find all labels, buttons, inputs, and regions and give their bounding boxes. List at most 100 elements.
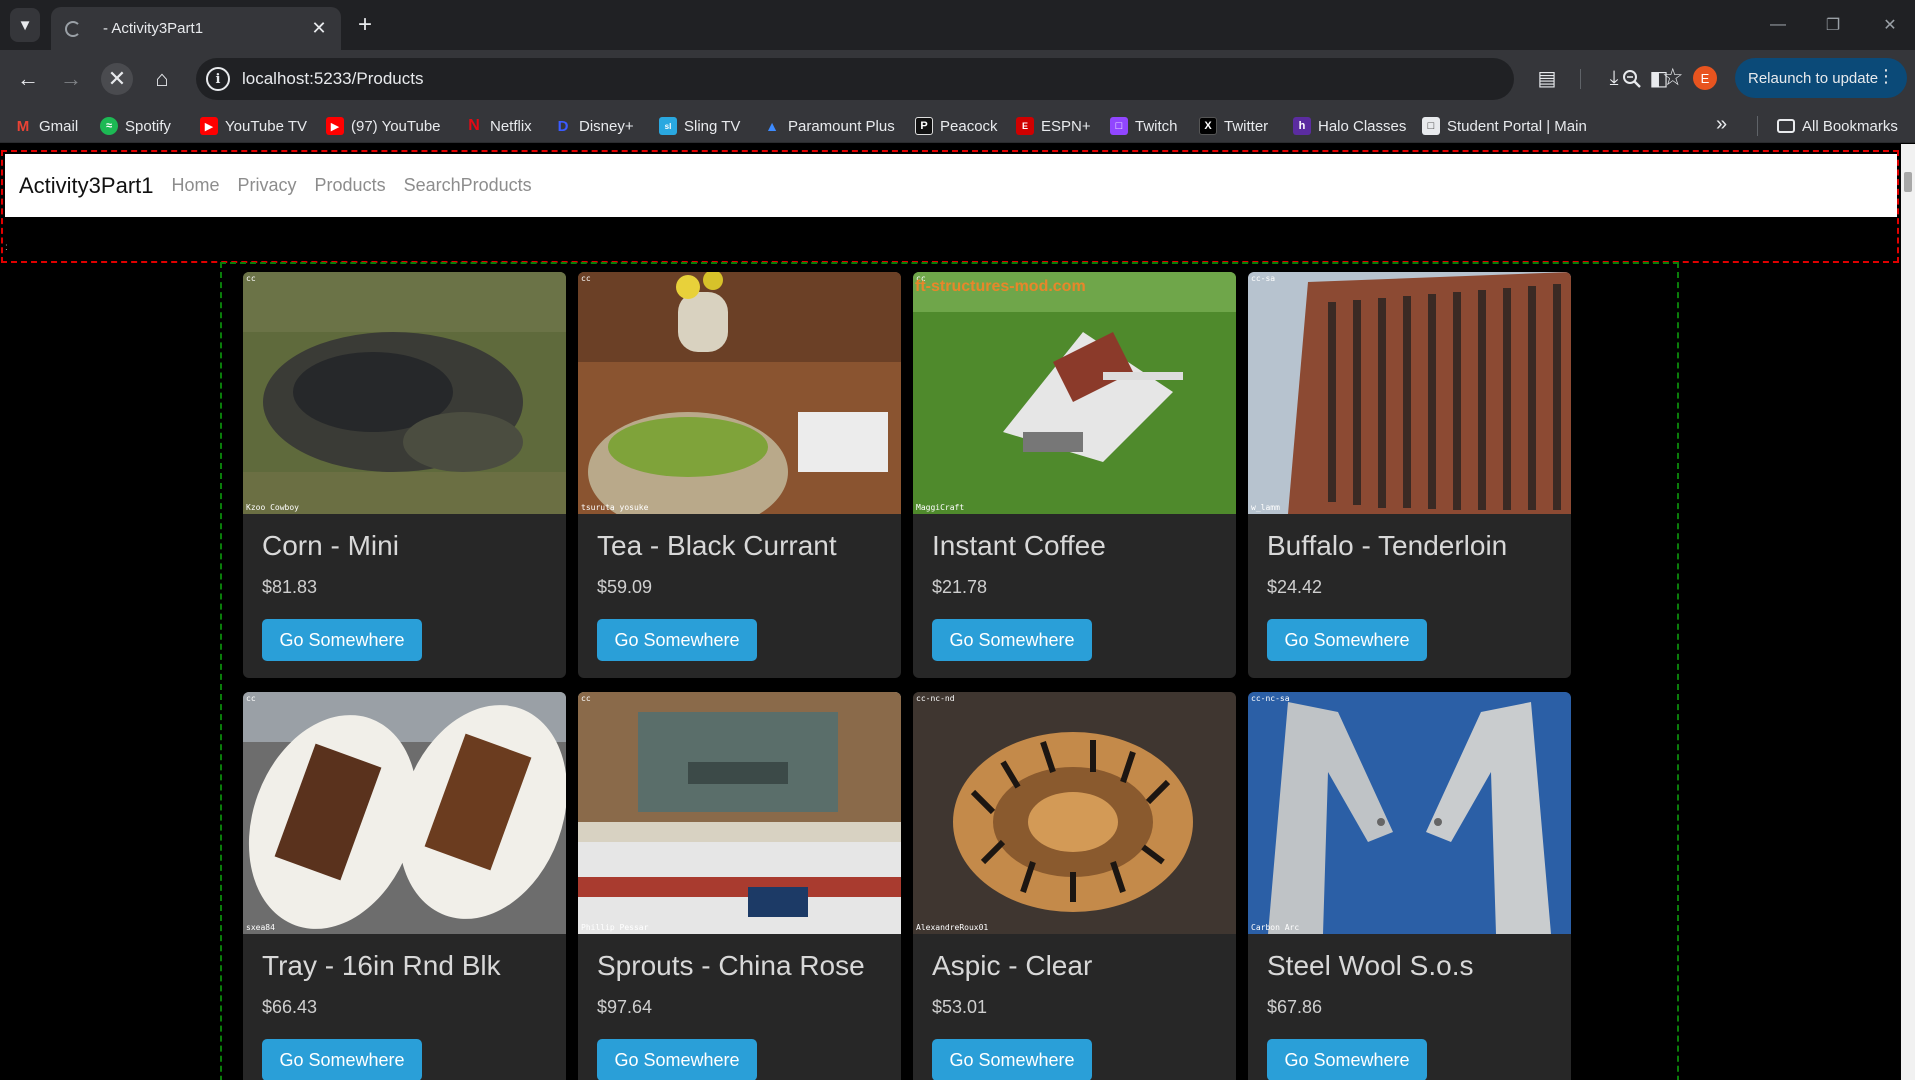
photo-credit: MaggiCraft: [916, 503, 965, 512]
grocery-store-image: [578, 692, 901, 934]
bookmark-gmail[interactable]: M Gmail: [14, 116, 78, 136]
bookmark-espn[interactable]: E ESPN+: [1016, 116, 1091, 136]
folder-icon: [1777, 119, 1795, 133]
stop-x-icon: ✕: [107, 66, 127, 91]
go-somewhere-button[interactable]: Go Somewhere: [932, 1039, 1092, 1080]
go-somewhere-button[interactable]: Go Somewhere: [597, 619, 757, 661]
student-portal-icon: □: [1422, 117, 1440, 135]
loading-spinner-icon: [65, 20, 81, 37]
license-tag: cc: [581, 274, 591, 283]
new-tab-button[interactable]: +: [352, 11, 378, 38]
browser-tab-active[interactable]: - Activity3Part1 ✕: [51, 7, 341, 50]
address-bar[interactable]: i localhost:5233/Products ☆: [196, 58, 1684, 100]
stop-loading-button[interactable]: ✕: [101, 63, 133, 95]
bookmark-student-portal[interactable]: □ Student Portal | Main: [1422, 116, 1587, 136]
bookmark-sling-tv[interactable]: sl Sling TV: [659, 116, 740, 136]
product-card: cc Phillip Pessar Sprouts - China Rose $…: [578, 692, 901, 1080]
product-name: Corn - Mini: [262, 530, 399, 561]
bookmark-netflix[interactable]: N Netflix: [465, 116, 531, 136]
product-name: Sprouts - China Rose: [597, 950, 865, 981]
nav-products[interactable]: Products: [315, 175, 386, 196]
relaunch-to-update-button[interactable]: Relaunch to update ⋮: [1735, 58, 1907, 98]
bookmark-paramount-plus[interactable]: ▲ Paramount Plus: [763, 116, 895, 136]
product-image: cc-sa w_lamm: [1248, 272, 1571, 514]
bookmark-peacock[interactable]: P Peacock: [915, 116, 998, 136]
bookmark-twitter[interactable]: X Twitter: [1199, 116, 1268, 136]
go-somewhere-button[interactable]: Go Somewhere: [597, 1039, 757, 1080]
license-tag: cc-nc-nd: [916, 694, 955, 703]
image-watermark: ft-structures-mod.com: [915, 278, 1086, 295]
profile-avatar[interactable]: E: [1693, 66, 1717, 90]
product-name: Buffalo - Tenderloin: [1267, 530, 1508, 561]
product-card: cc-sa w_lamm Buffalo - Tenderloin $24.42…: [1248, 272, 1571, 678]
url-text[interactable]: localhost:5233/Products: [242, 69, 423, 89]
forward-button[interactable]: →: [55, 63, 87, 95]
bookmark-label: Student Portal | Main: [1447, 117, 1587, 135]
page-scrollbar[interactable]: [1901, 144, 1915, 1080]
photo-credit: AlexandreRoux01: [916, 923, 989, 932]
bookmark-twitch[interactable]: □ Twitch: [1110, 116, 1178, 136]
bookmarks-divider: [1757, 116, 1758, 136]
minimize-window-button[interactable]: —: [1758, 10, 1798, 40]
product-name: Aspic - Clear: [932, 950, 1093, 981]
photo-credit: tsuruta yosuke: [581, 503, 649, 512]
site-header: Activity3Part1 Home Privacy Products Sea…: [1, 150, 1899, 263]
product-name: Instant Coffee: [932, 530, 1106, 561]
bookmark-youtube-tv[interactable]: ▶ YouTube TV: [200, 116, 307, 136]
more-vert-icon: ⋮: [1877, 66, 1895, 86]
product-image: cc ft-structures-mod.com MaggiCraft: [913, 272, 1236, 514]
gmail-icon: M: [16, 117, 30, 135]
license-tag: cc: [246, 274, 256, 283]
scrollbar-thumb[interactable]: [1904, 172, 1912, 192]
more-bookmarks-chevron-icon[interactable]: »: [1716, 113, 1727, 136]
restore-window-button[interactable]: ❐: [1813, 10, 1853, 40]
go-somewhere-button[interactable]: Go Somewhere: [1267, 1039, 1427, 1080]
bookmark-label: (97) YouTube: [351, 117, 441, 135]
arrow-right-icon: →: [60, 66, 82, 91]
bookmark-halo-classes[interactable]: h Halo Classes: [1293, 116, 1406, 136]
browser-tab-strip: ▼ - Activity3Part1 ✕ + — ❐ ✕: [0, 0, 1915, 50]
twitch-icon: □: [1110, 117, 1128, 135]
minecraft-ship-image: [913, 272, 1236, 514]
product-card: cc sxea84 Tray - 16in Rnd Blk $66.43 Go …: [243, 692, 566, 1080]
brick-building-image: [1248, 272, 1571, 514]
netflix-icon: N: [468, 117, 480, 134]
bookmark-label: YouTube TV: [225, 117, 308, 135]
bookmark-label: Twitter: [1224, 117, 1269, 135]
extensions-puzzle-icon[interactable]: ▤: [1533, 64, 1561, 92]
spotify-icon: ≈: [100, 117, 118, 135]
nav-privacy[interactable]: Privacy: [238, 175, 297, 196]
site-brand[interactable]: Activity3Part1: [19, 173, 154, 199]
go-somewhere-button[interactable]: Go Somewhere: [1267, 619, 1427, 661]
all-bookmarks-button[interactable]: All Bookmarks: [1777, 116, 1898, 136]
go-somewhere-button[interactable]: Go Somewhere: [262, 619, 422, 661]
downloads-icon[interactable]: ⤓: [1600, 64, 1628, 92]
twitter-x-icon: X: [1199, 117, 1217, 135]
go-somewhere-button[interactable]: Go Somewhere: [932, 619, 1092, 661]
bookmark-disney[interactable]: D Disney+: [554, 116, 634, 136]
product-card: cc-nc-nd AlexandreRoux01 Aspic - Clear $…: [913, 692, 1236, 1080]
bookmark-label: Disney+: [579, 117, 634, 135]
close-window-button[interactable]: ✕: [1870, 10, 1910, 40]
go-somewhere-button[interactable]: Go Somewhere: [262, 1039, 422, 1080]
dessert-tray-image: [243, 692, 566, 934]
site-info-icon[interactable]: i: [206, 67, 230, 91]
product-card: cc tsuruta yosuke Tea - Black Currant $5…: [578, 272, 901, 678]
tab-search-button[interactable]: ▼: [10, 8, 40, 42]
bookmark-youtube[interactable]: ▶ (97) YouTube: [326, 116, 441, 136]
photo-credit: Kzoo Cowboy: [246, 503, 299, 512]
product-price: $24.42: [1267, 577, 1323, 597]
home-button[interactable]: ⌂: [146, 63, 178, 95]
bookmark-spotify[interactable]: ≈ Spotify: [100, 116, 171, 136]
product-price: $66.43: [262, 997, 318, 1017]
nav-search-products[interactable]: SearchProducts: [404, 175, 532, 196]
back-button[interactable]: ←: [12, 63, 44, 95]
product-image: cc-nc-sa Carbon Arc: [1248, 692, 1571, 934]
youtube-icon: ▶: [326, 117, 344, 135]
sling-icon: sl: [659, 117, 677, 135]
close-tab-icon[interactable]: ✕: [307, 17, 331, 41]
side-panel-icon[interactable]: ◧: [1645, 64, 1673, 92]
license-tag: cc-sa: [1251, 274, 1276, 283]
product-image: cc tsuruta yosuke: [578, 272, 901, 514]
nav-home[interactable]: Home: [172, 175, 220, 196]
